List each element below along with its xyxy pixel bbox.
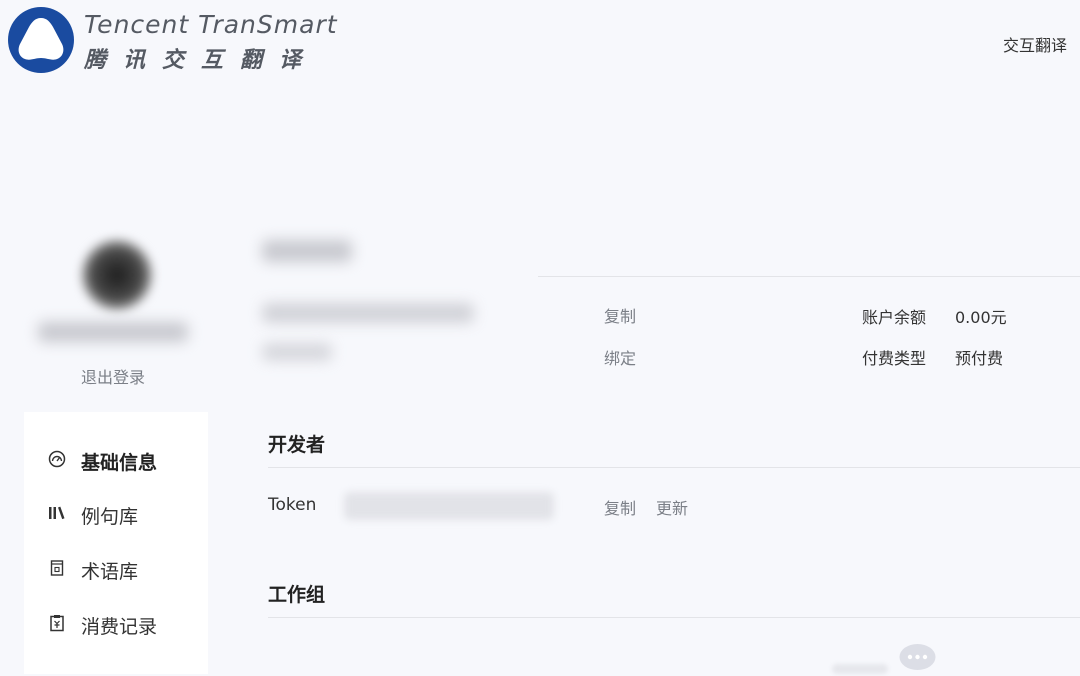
chat-bubble-icon[interactable] bbox=[899, 643, 936, 672]
avatar bbox=[82, 240, 152, 310]
sidebar-item-basic-info[interactable]: 基础信息 bbox=[24, 440, 208, 480]
copy-id-button[interactable]: 复制 bbox=[604, 303, 636, 327]
workgroup-divider bbox=[268, 617, 1080, 618]
balance-label: 账户余额 bbox=[862, 308, 927, 327]
developer-divider bbox=[268, 467, 1080, 468]
sidebar-item-label: 例句库 bbox=[81, 506, 139, 528]
sidebar-item-label: 消费记录 bbox=[81, 616, 158, 638]
copy-token-button[interactable]: 复制 bbox=[604, 495, 636, 519]
bottom-blurred-element bbox=[832, 664, 888, 674]
bind-button[interactable]: 绑定 bbox=[604, 345, 636, 369]
brand-name-cn: 腾讯交互翻译 bbox=[84, 48, 319, 73]
sidebar: 基础信息 例句库 术语库 消费记录 bbox=[24, 412, 208, 674]
interactive-translation-link[interactable]: 交互翻译 bbox=[1003, 32, 1067, 56]
term-book-icon bbox=[48, 559, 66, 577]
token-label: Token bbox=[268, 495, 317, 515]
transmart-logo[interactable] bbox=[8, 7, 74, 73]
library-icon bbox=[48, 504, 66, 522]
workgroup-section-title: 工作组 bbox=[268, 584, 326, 606]
balance-value: 0.00元 bbox=[955, 308, 1007, 327]
account-name-blurred bbox=[262, 240, 352, 262]
refresh-token-button[interactable]: 更新 bbox=[656, 495, 688, 519]
dashboard-icon bbox=[48, 450, 66, 468]
sidebar-item-term-library[interactable]: 术语库 bbox=[24, 549, 208, 589]
sidebar-item-consumption-records[interactable]: 消费记录 bbox=[24, 604, 208, 644]
pay-type-value: 预付费 bbox=[955, 349, 1004, 368]
developer-section-title: 开发者 bbox=[268, 434, 326, 456]
sidebar-item-label: 基础信息 bbox=[81, 452, 158, 474]
receipt-icon bbox=[48, 614, 66, 632]
profile-divider bbox=[538, 276, 1080, 277]
account-email-blurred bbox=[262, 343, 332, 361]
account-id-blurred bbox=[262, 303, 474, 323]
sidebar-item-label: 术语库 bbox=[81, 561, 139, 583]
username-blurred bbox=[38, 322, 188, 342]
sidebar-item-sentence-library[interactable]: 例句库 bbox=[24, 494, 208, 534]
token-value-blurred bbox=[344, 492, 554, 520]
brand-name-en: Tencent TranSmart bbox=[84, 10, 338, 39]
logout-link[interactable]: 退出登录 bbox=[81, 364, 145, 388]
pay-type-label: 付费类型 bbox=[862, 349, 927, 368]
